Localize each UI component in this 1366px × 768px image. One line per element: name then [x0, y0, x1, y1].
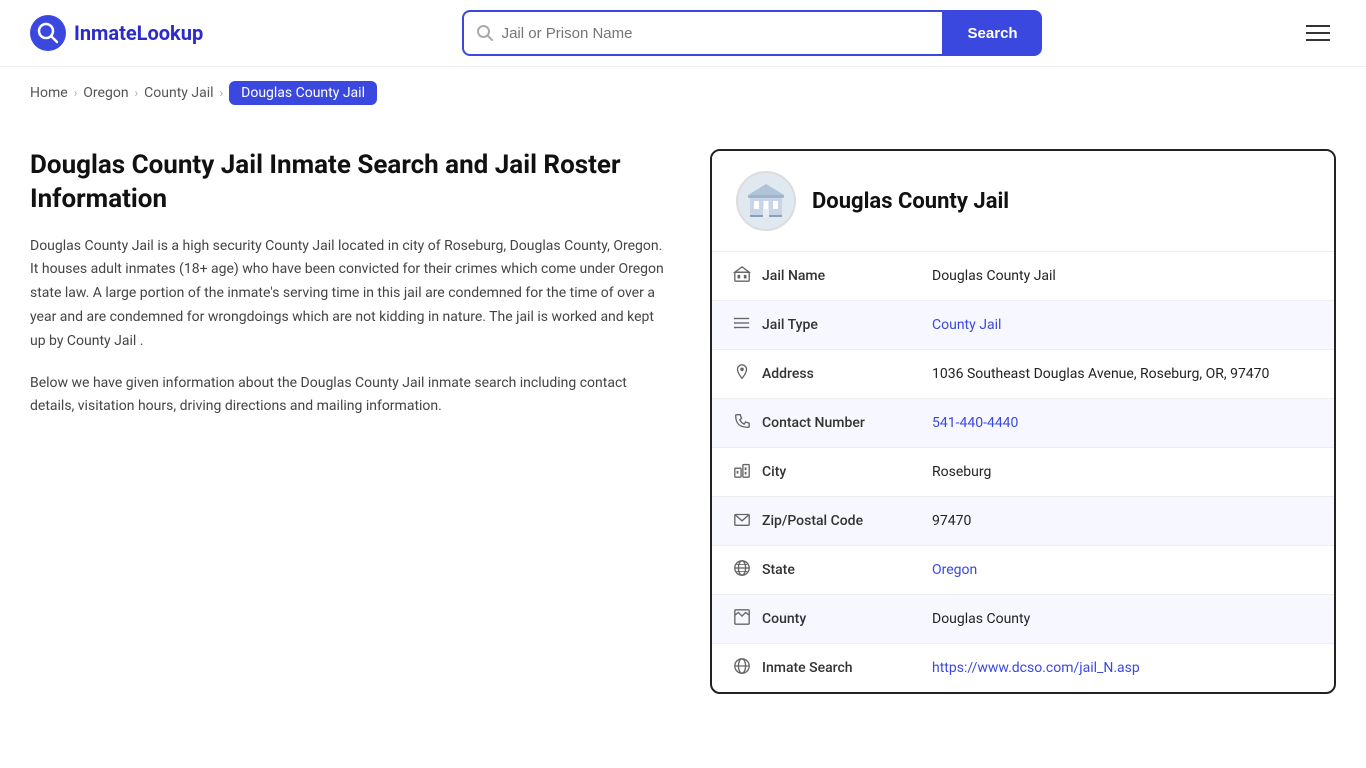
row-label: Jail Type [762, 317, 818, 333]
search-bar: Search [462, 10, 1042, 56]
city-icon [732, 461, 752, 483]
row-link[interactable]: https://www.dcso.com/jail_N.asp [932, 660, 1140, 676]
row-label-cell: Inmate Search [732, 657, 892, 679]
table-row: Jail Type County Jail [712, 301, 1334, 350]
page-title: Douglas County Jail Inmate Search and Ja… [30, 149, 670, 217]
left-column: Douglas County Jail Inmate Search and Ja… [30, 149, 670, 419]
page-description2: Below we have given information about th… [30, 372, 670, 420]
row-link[interactable]: Oregon [932, 562, 977, 578]
chevron-icon-2: › [135, 86, 139, 100]
row-label-cell: Address [732, 363, 892, 385]
breadcrumb: Home › Oregon › County Jail › Douglas Co… [0, 67, 1366, 119]
breadcrumb-category[interactable]: County Jail [144, 85, 213, 101]
table-row: Jail Name Douglas County Jail [712, 252, 1334, 301]
card-title: Douglas County Jail [812, 189, 1009, 214]
info-card: Douglas County Jail Jail Name Douglas Cou… [710, 149, 1336, 694]
hamburger-line2 [1306, 32, 1330, 34]
card-header: Douglas County Jail [712, 151, 1334, 252]
menu-button[interactable] [1300, 19, 1336, 47]
county-icon [732, 608, 752, 630]
row-label: County [762, 611, 806, 627]
mail-icon [732, 510, 752, 532]
logo-icon [30, 15, 66, 51]
courthouse-icon [746, 181, 786, 221]
row-value: 1036 Southeast Douglas Avenue, Roseburg,… [912, 350, 1334, 399]
logo-text: InmateLookup [74, 21, 203, 45]
row-label: Zip/Postal Code [762, 513, 863, 529]
row-label-cell: State [732, 559, 892, 581]
table-row: County Douglas County [712, 595, 1334, 644]
row-label: Jail Name [762, 268, 825, 284]
row-label-cell: Zip/Postal Code [732, 510, 892, 532]
row-value: Douglas County [912, 595, 1334, 644]
pin-icon [732, 363, 752, 385]
chevron-icon-1: › [74, 86, 78, 100]
row-value[interactable]: Oregon [912, 546, 1334, 595]
chevron-icon-3: › [220, 86, 224, 100]
header: InmateLookup Search [0, 0, 1366, 67]
table-row: City Roseburg [712, 448, 1334, 497]
globe-icon [732, 559, 752, 581]
search-icon [476, 24, 494, 42]
table-row: Address 1036 Southeast Douglas Avenue, Ro… [712, 350, 1334, 399]
row-label-cell: Jail Name [732, 265, 892, 287]
logo-link[interactable]: InmateLookup [30, 15, 203, 51]
page-description1: Douglas County Jail is a high security C… [30, 235, 670, 354]
row-label-cell: City [732, 461, 892, 483]
breadcrumb-state[interactable]: Oregon [83, 85, 128, 101]
row-label: Inmate Search [762, 660, 853, 676]
row-label-cell: County [732, 608, 892, 630]
row-label-cell: Contact Number [732, 412, 892, 434]
table-row: State Oregon [712, 546, 1334, 595]
main-content: Douglas County Jail Inmate Search and Ja… [0, 119, 1366, 724]
row-label: State [762, 562, 795, 578]
search-button[interactable]: Search [944, 10, 1042, 56]
info-table: Jail Name Douglas County Jail Jail Type Cou… [712, 252, 1334, 692]
row-value[interactable]: County Jail [912, 301, 1334, 350]
row-label: City [762, 464, 786, 480]
row-value: 97470 [912, 497, 1334, 546]
hamburger-line1 [1306, 25, 1330, 27]
row-value[interactable]: 541-440-4440 [912, 399, 1334, 448]
search-input[interactable] [494, 25, 930, 42]
table-row: Inmate Search https://www.dcso.com/jail_N… [712, 644, 1334, 693]
row-label: Address [762, 366, 814, 382]
table-row: Zip/Postal Code 97470 [712, 497, 1334, 546]
search-globe-icon [732, 657, 752, 679]
list-icon [732, 314, 752, 336]
table-row: Contact Number 541-440-4440 [712, 399, 1334, 448]
jail-icon [732, 265, 752, 287]
row-value: Roseburg [912, 448, 1334, 497]
hamburger-line3 [1306, 39, 1330, 41]
row-link[interactable]: 541-440-4440 [932, 415, 1018, 431]
row-label: Contact Number [762, 415, 865, 431]
row-value: Douglas County Jail [912, 252, 1334, 301]
jail-avatar [736, 171, 796, 231]
row-label-cell: Jail Type [732, 314, 892, 336]
search-input-wrapper [462, 10, 944, 56]
breadcrumb-home[interactable]: Home [30, 85, 68, 101]
row-value[interactable]: https://www.dcso.com/jail_N.asp [912, 644, 1334, 693]
breadcrumb-current: Douglas County Jail [229, 81, 377, 105]
row-link[interactable]: County Jail [932, 317, 1001, 333]
phone-icon [732, 412, 752, 434]
